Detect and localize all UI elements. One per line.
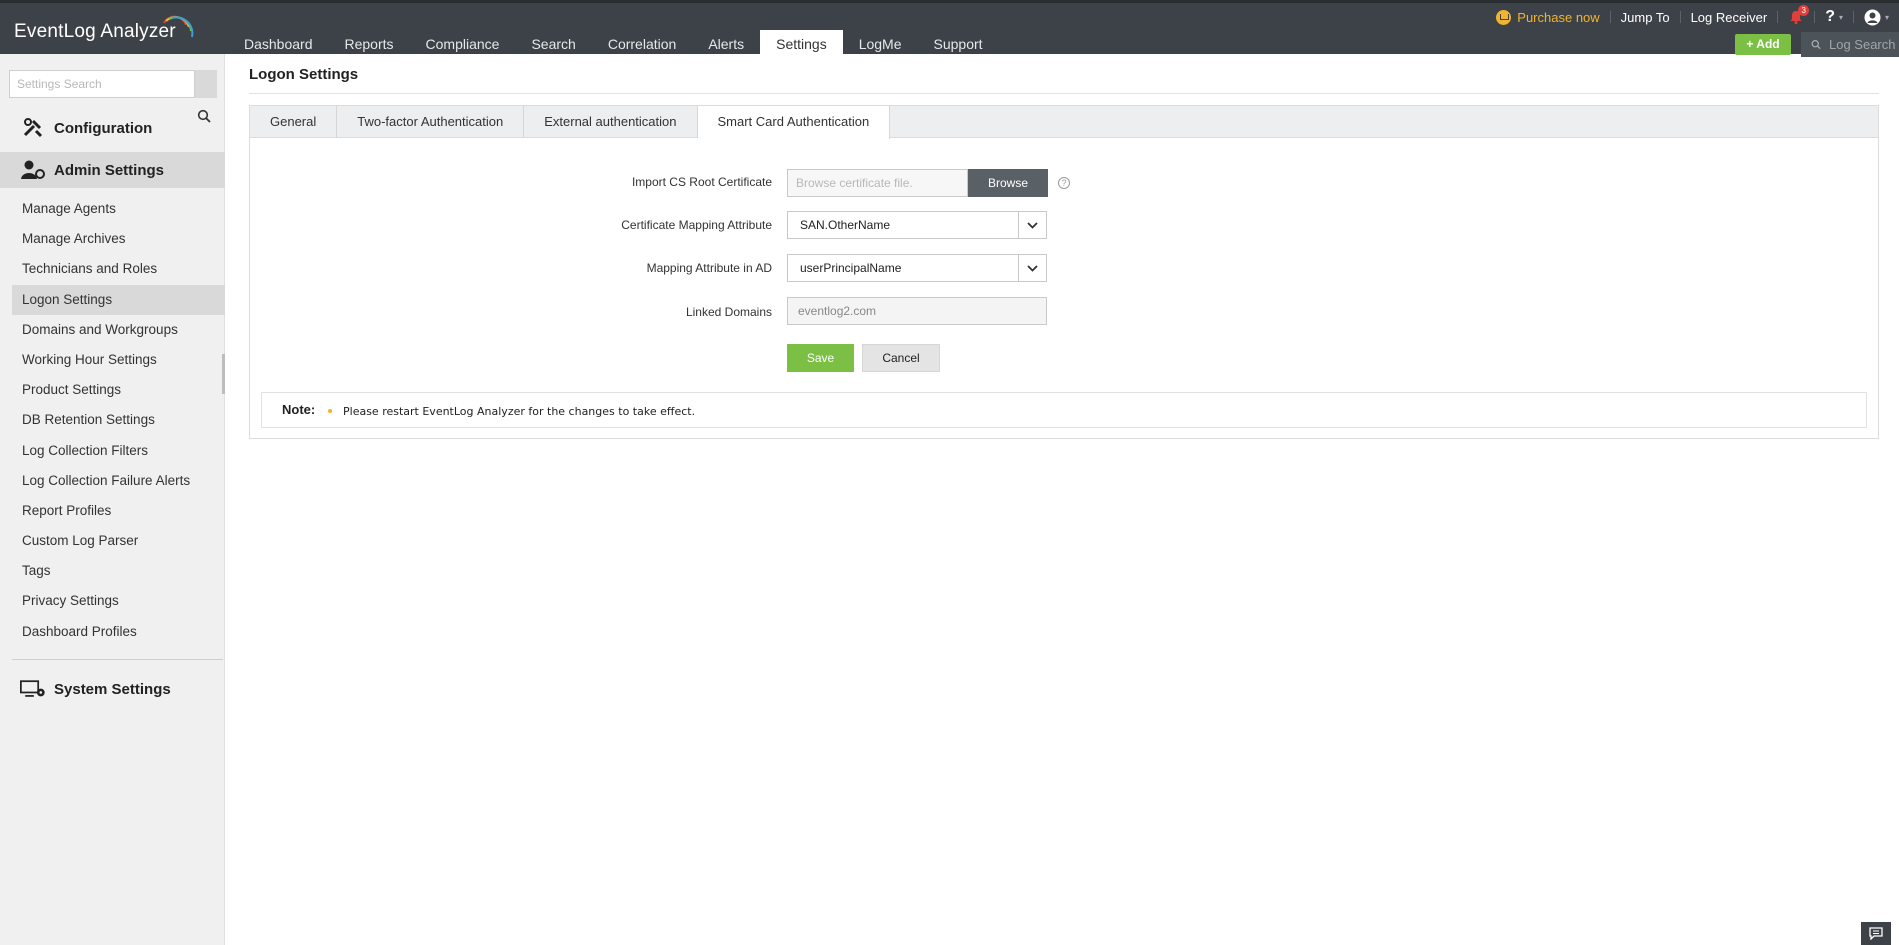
log-receiver-link[interactable]: Log Receiver (1681, 10, 1778, 25)
bell-icon: 3 (1788, 5, 1810, 25)
add-button-label: Add (1756, 37, 1780, 51)
sidebar-scrollbar[interactable] (222, 354, 225, 394)
import-cert-label: Import CS Root Certificate (631, 175, 772, 189)
settings-search-input[interactable] (9, 70, 195, 98)
tab-two-factor-authentication[interactable]: Two-factor Authentication (337, 106, 525, 138)
system-settings-label: System Settings (54, 680, 171, 698)
chevron-down-icon: ▾ (1838, 12, 1843, 22)
help-menu-button[interactable]: ? ▾ (1815, 8, 1853, 26)
plus-icon: + (1746, 37, 1754, 51)
settings-sidebar: Configuration Admin Settings Manage Agen… (0, 54, 225, 945)
nav-reports[interactable]: Reports (329, 30, 410, 57)
nav-settings[interactable]: Settings (760, 30, 843, 57)
cert-mapping-select[interactable]: SAN.OtherName (787, 211, 1047, 239)
tab-external-authentication[interactable]: External authentication (524, 106, 698, 138)
tools-icon (20, 117, 46, 139)
browse-button[interactable]: Browse (968, 169, 1048, 197)
chevron-down-icon (1018, 255, 1046, 281)
search-icon (1811, 40, 1821, 50)
purchase-now-link[interactable]: Purchase now (1486, 9, 1609, 25)
page-title: Logon Settings (249, 66, 359, 83)
logo-arc-icon (163, 15, 194, 38)
nav-logme[interactable]: LogMe (843, 30, 918, 57)
admin-settings-label: Admin Settings (54, 161, 165, 179)
note-box: Note: Please restart EventLog Analyzer f… (261, 392, 1867, 428)
sidebar-section-configuration[interactable]: Configuration (0, 110, 225, 146)
chat-icon (1869, 927, 1883, 940)
sidebar-item-tags[interactable]: Tags (12, 556, 225, 586)
sidebar-item-log-collection-failure-alerts[interactable]: Log Collection Failure Alerts (12, 466, 225, 496)
title-divider (249, 93, 1879, 94)
chevron-down-icon (1018, 212, 1046, 238)
log-search-box (1801, 32, 1899, 57)
sidebar-item-product-settings[interactable]: Product Settings (12, 375, 225, 405)
settings-search-button[interactable] (195, 70, 217, 98)
logon-settings-panel: General Two-factor Authentication Extern… (249, 105, 1879, 439)
nav-correlation[interactable]: Correlation (592, 30, 692, 57)
help-label: ? (1825, 8, 1835, 25)
bullet-icon (328, 409, 332, 413)
sidebar-item-privacy-settings[interactable]: Privacy Settings (12, 586, 225, 616)
purchase-now-label: Purchase now (1517, 9, 1600, 25)
sidebar-item-manage-agents[interactable]: Manage Agents (12, 194, 225, 224)
notification-count-badge: 3 (1798, 5, 1810, 16)
nav-alerts[interactable]: Alerts (692, 30, 760, 57)
user-avatar-icon (1864, 9, 1881, 25)
sidebar-divider (12, 659, 223, 660)
ad-mapping-select[interactable]: userPrincipalName (787, 254, 1047, 282)
admin-user-icon (20, 159, 46, 181)
add-button[interactable]: + Add (1735, 34, 1791, 55)
sidebar-section-admin-settings[interactable]: Admin Settings (0, 152, 225, 188)
top-right-toolbar: Purchase now Jump To Log Receiver 3 ? ▾ … (1486, 5, 1899, 28)
cart-icon (1496, 9, 1512, 25)
sidebar-item-manage-archives[interactable]: Manage Archives (12, 224, 225, 254)
admin-settings-list: Manage Agents Manage Archives Technician… (0, 194, 225, 647)
sidebar-item-dashboard-profiles[interactable]: Dashboard Profiles (12, 617, 225, 647)
nav-support[interactable]: Support (918, 30, 999, 57)
sidebar-item-log-collection-filters[interactable]: Log Collection Filters (12, 436, 225, 466)
tab-general[interactable]: General (250, 106, 338, 138)
jump-to-link[interactable]: Jump To (1611, 10, 1680, 25)
nav-compliance[interactable]: Compliance (410, 30, 516, 57)
sidebar-item-logon-settings[interactable]: Logon Settings (12, 284, 225, 315)
chat-button[interactable] (1861, 922, 1891, 945)
ad-mapping-label: Mapping Attribute in AD (646, 261, 772, 275)
note-label: Note: (282, 402, 316, 417)
chevron-down-icon: ▾ (1884, 12, 1889, 22)
cert-mapping-value: SAN.OtherName (800, 218, 891, 232)
sidebar-item-domains-and-workgroups[interactable]: Domains and Workgroups (12, 315, 225, 345)
settings-tabs: General Two-factor Authentication Extern… (250, 106, 1878, 139)
certificate-file-field[interactable]: Browse certificate file. (787, 169, 968, 197)
user-menu-button[interactable]: ▾ (1854, 9, 1899, 26)
sidebar-item-custom-log-parser[interactable]: Custom Log Parser (12, 526, 225, 556)
linked-domains-field[interactable]: eventlog2.com (787, 297, 1047, 325)
ad-mapping-value: userPrincipalName (800, 261, 902, 275)
cancel-button[interactable]: Cancel (862, 344, 940, 372)
nav-search[interactable]: Search (515, 30, 591, 57)
notifications-button[interactable]: 3 (1778, 5, 1814, 25)
save-button[interactable]: Save (787, 344, 854, 372)
app-logo[interactable]: EventLog Analyzer (14, 21, 176, 43)
sidebar-item-db-retention-settings[interactable]: DB Retention Settings (12, 405, 225, 435)
sidebar-section-system-settings[interactable]: System Settings (0, 671, 225, 707)
sidebar-item-working-hour-settings[interactable]: Working Hour Settings (12, 345, 225, 375)
log-search-input[interactable] (1829, 37, 1899, 52)
nav-dashboard[interactable]: Dashboard (228, 30, 329, 57)
top-header: EventLog Analyzer Dashboard Reports Comp… (0, 0, 1899, 57)
cert-mapping-label: Certificate Mapping Attribute (621, 218, 772, 232)
help-icon[interactable]: ? (1058, 177, 1070, 189)
monitor-gear-icon (20, 678, 46, 700)
sidebar-item-technicians-and-roles[interactable]: Technicians and Roles (12, 254, 225, 284)
note-text: Please restart EventLog Analyzer for the… (343, 405, 696, 418)
tab-smart-card-authentication[interactable]: Smart Card Authentication (697, 106, 891, 139)
configuration-label: Configuration (54, 119, 153, 137)
main-nav: Dashboard Reports Compliance Search Corr… (228, 30, 999, 57)
linked-domains-label: Linked Domains (685, 305, 772, 319)
sidebar-item-report-profiles[interactable]: Report Profiles (12, 496, 225, 526)
